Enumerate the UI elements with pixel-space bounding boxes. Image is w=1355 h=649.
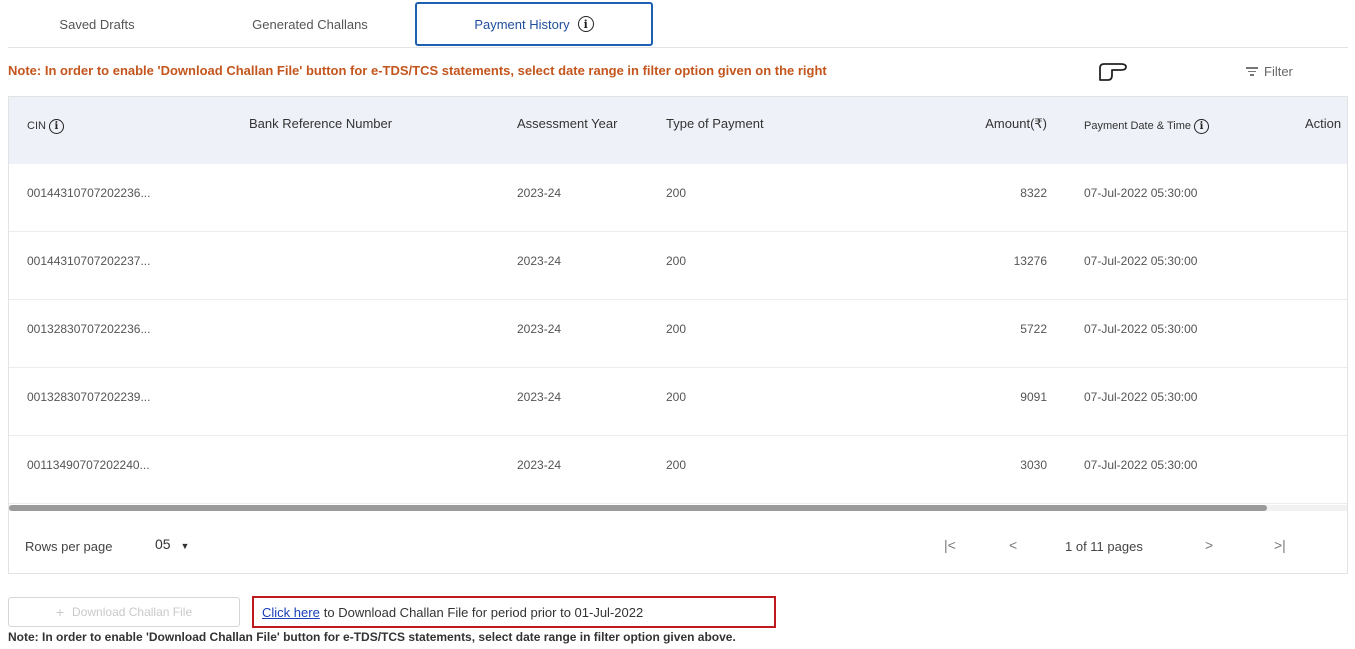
cell-payment-date: 07-Jul-2022 05:30:00: [1084, 322, 1198, 336]
note-top: Note: In order to enable 'Download Chall…: [8, 63, 827, 78]
tab-payment-history[interactable]: Payment History i: [415, 2, 653, 46]
column-header-amount: Amount(₹): [985, 116, 1047, 131]
table-header: CIN i Bank Reference Number Assessment Y…: [9, 97, 1347, 164]
plus-icon: +: [55, 604, 65, 620]
cell-payment-date: 07-Jul-2022 05:30:00: [1084, 186, 1198, 200]
filter-button[interactable]: Filter: [1246, 64, 1293, 79]
tab-bar: Saved Drafts Generated Challans Payment …: [0, 0, 1355, 48]
cell-type-of-payment: 200: [666, 254, 687, 268]
cell-cin: 00144310707202236...: [27, 186, 151, 200]
tab-label: Saved Drafts: [59, 16, 135, 32]
filter-icon: [1246, 65, 1258, 78]
prior-period-download-box: Click here to Download Challan File for …: [252, 596, 776, 628]
cell-assessment-year: 2023-24: [517, 322, 562, 336]
cell-cin: 00132830707202236...: [27, 322, 151, 336]
cell-amount: 13276: [1013, 254, 1047, 268]
cell-amount: 8322: [1020, 186, 1047, 200]
cell-payment-date: 07-Jul-2022 05:30:00: [1084, 390, 1198, 404]
tab-label: Generated Challans: [252, 16, 368, 32]
tab-divider: [8, 47, 1348, 48]
tab-label: Payment History: [474, 16, 570, 32]
download-challan-file-button[interactable]: + Download Challan File: [8, 597, 240, 627]
column-header-type-of-payment: Type of Payment: [666, 116, 764, 131]
table-row: 00144310707202237... 2023-24 200 13276 0…: [9, 232, 1347, 300]
last-page-button[interactable]: >|: [1274, 537, 1286, 553]
column-header-bank-reference: Bank Reference Number: [249, 116, 393, 131]
cell-cin: 00113490707202240...: [27, 458, 150, 472]
rows-per-page-value: 05: [155, 536, 171, 552]
prev-page-button[interactable]: <: [1009, 537, 1017, 553]
cell-type-of-payment: 200: [666, 322, 687, 336]
cell-payment-date: 07-Jul-2022 05:30:00: [1084, 254, 1198, 268]
tab-generated-challans[interactable]: Generated Challans: [215, 4, 405, 44]
filter-label: Filter: [1264, 64, 1293, 79]
column-header-action: Action: [1305, 116, 1342, 131]
column-header-cin: CIN i: [27, 118, 64, 135]
cell-cin: 00144310707202237...: [27, 254, 151, 268]
cell-type-of-payment: 200: [666, 390, 687, 404]
rows-per-page-select[interactable]: 05 ▼: [155, 536, 189, 552]
table-row: 00132830707202236... 2023-24 200 5722 07…: [9, 300, 1347, 368]
click-here-link[interactable]: Click here: [262, 605, 320, 620]
click-here-text: to Download Challan File for period prio…: [323, 604, 644, 620]
cell-type-of-payment: 200: [666, 458, 687, 472]
cell-type-of-payment: 200: [666, 186, 687, 200]
cell-assessment-year: 2023-24: [517, 186, 562, 200]
note-bottom: Note: In order to enable 'Download Chall…: [8, 630, 736, 644]
cell-amount: 5722: [1020, 322, 1047, 336]
download-button-label: Download Challan File: [72, 605, 193, 619]
horizontal-scrollbar-thumb[interactable]: [9, 505, 1267, 511]
page-indicator: 1 of 11 pages: [1065, 539, 1143, 554]
cell-cin: 00132830707202239...: [27, 390, 151, 404]
cell-amount: 9091: [1020, 390, 1047, 404]
column-header-payment-date: Payment Date & Time i: [1084, 118, 1209, 135]
pagination-bar: Rows per page 05 ▼ |< < 1 of 11 pages > …: [9, 513, 1347, 573]
cell-payment-date: 07-Jul-2022 05:30:00: [1084, 458, 1198, 472]
table-row: 00132830707202239... 2023-24 200 9091 07…: [9, 368, 1347, 436]
tab-saved-drafts[interactable]: Saved Drafts: [22, 4, 172, 44]
first-page-button[interactable]: |<: [944, 537, 956, 553]
table-row: 00113490707202240... 2023-24 200 3030 07…: [9, 436, 1347, 504]
pointing-hand-icon: [1099, 63, 1127, 81]
cell-assessment-year: 2023-24: [517, 458, 562, 472]
column-header-assessment-year: Assessment Year: [517, 116, 618, 131]
cell-assessment-year: 2023-24: [517, 254, 562, 268]
payment-history-table: CIN i Bank Reference Number Assessment Y…: [8, 96, 1348, 574]
table-row: 00144310707202236... 2023-24 200 8322 07…: [9, 164, 1347, 232]
info-icon[interactable]: i: [48, 119, 64, 134]
info-icon[interactable]: i: [577, 16, 594, 32]
info-icon[interactable]: i: [1194, 119, 1209, 134]
rows-per-page-label: Rows per page: [25, 539, 113, 554]
next-page-button[interactable]: >: [1205, 537, 1213, 553]
caret-down-icon: ▼: [180, 541, 190, 551]
cell-assessment-year: 2023-24: [517, 390, 562, 404]
cell-amount: 3030: [1020, 458, 1047, 472]
